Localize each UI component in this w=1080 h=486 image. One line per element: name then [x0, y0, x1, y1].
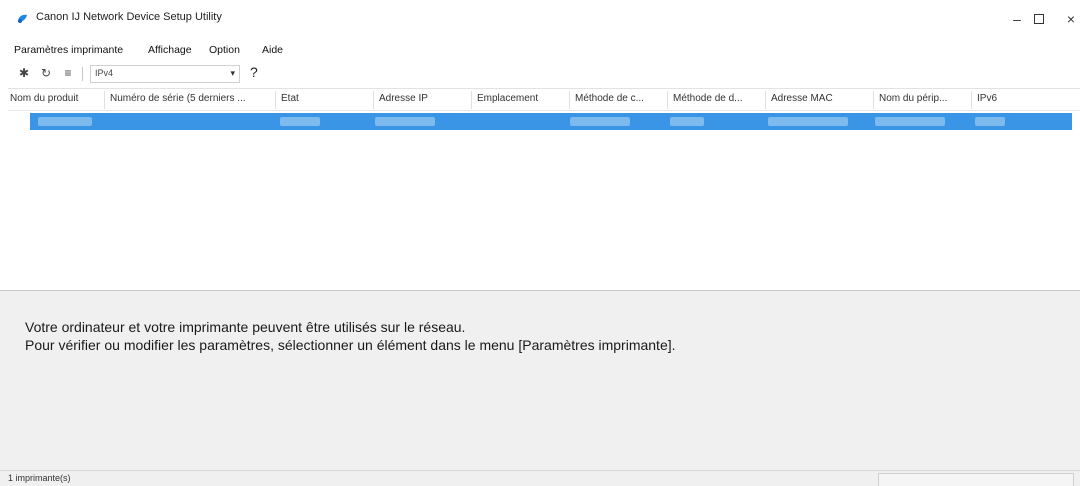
refresh-icon[interactable]: ↻	[38, 65, 54, 81]
column-header-setup-method[interactable]: Méthode de d...	[671, 93, 763, 104]
message-line-1: Votre ordinateur et votre imprimante peu…	[25, 319, 466, 335]
ip-version-select[interactable]: IPv4 ▾	[90, 65, 240, 83]
column-separator[interactable]	[275, 91, 276, 109]
redacted-cell	[975, 117, 1005, 126]
column-separator[interactable]	[667, 91, 668, 109]
column-separator[interactable]	[104, 91, 105, 109]
printer-list[interactable]: Nom du produit Numéro de série (5 dernie…	[8, 88, 1080, 288]
menu-display[interactable]: Affichage	[148, 44, 192, 56]
redacted-cell	[875, 117, 945, 126]
column-header-serial-number[interactable]: Numéro de série (5 derniers ...	[108, 93, 273, 104]
maximize-icon	[1034, 14, 1044, 24]
status-printer-count: 1 imprimante(s)	[8, 473, 71, 483]
status-bar: 1 imprimante(s)	[0, 470, 1080, 486]
redacted-cell	[375, 117, 435, 126]
redacted-cell	[670, 117, 704, 126]
list-icon[interactable]: ≡	[60, 65, 76, 81]
menu-bar: Paramètres imprimante Affichage Option A…	[0, 42, 1080, 60]
maximize-button[interactable]	[1024, 8, 1054, 30]
column-header-mac-address[interactable]: Adresse MAC	[769, 93, 871, 104]
window-title: Canon IJ Network Device Setup Utility	[36, 11, 222, 23]
column-separator[interactable]	[971, 91, 972, 109]
column-separator[interactable]	[471, 91, 472, 109]
app-icon	[18, 14, 27, 23]
column-separator[interactable]	[373, 91, 374, 109]
menu-option[interactable]: Option	[209, 44, 240, 56]
title-bar: Canon IJ Network Device Setup Utility – …	[0, 0, 1080, 40]
ip-version-value: IPv4	[95, 68, 114, 78]
message-line-2: Pour vérifier ou modifier les paramètres…	[25, 337, 676, 353]
chevron-down-icon: ▾	[230, 68, 235, 78]
list-header: Nom du produit Numéro de série (5 dernie…	[8, 89, 1080, 111]
redacted-cell	[768, 117, 848, 126]
column-separator[interactable]	[569, 91, 570, 109]
menu-help[interactable]: Aide	[262, 44, 283, 56]
column-separator[interactable]	[765, 91, 766, 109]
redacted-cell	[280, 117, 320, 126]
redacted-cell	[38, 117, 92, 126]
column-header-ip-address[interactable]: Adresse IP	[377, 93, 469, 104]
column-header-status[interactable]: État	[279, 93, 371, 104]
message-panel: Votre ordinateur et votre imprimante peu…	[0, 290, 1080, 470]
redacted-cell	[570, 117, 630, 126]
menu-printer-settings[interactable]: Paramètres imprimante	[14, 44, 123, 56]
help-button[interactable]: ?	[250, 64, 258, 80]
column-separator[interactable]	[873, 91, 874, 109]
column-header-product-name[interactable]: Nom du produit	[8, 93, 102, 104]
app-window: Canon IJ Network Device Setup Utility – …	[0, 0, 1080, 486]
column-header-location[interactable]: Emplacement	[475, 93, 567, 104]
toolbar-separator	[82, 67, 83, 81]
column-header-connection-method[interactable]: Méthode de c...	[573, 93, 665, 104]
gear-icon[interactable]: ✱	[16, 65, 32, 81]
column-header-ipv6[interactable]: IPv6	[975, 93, 1067, 104]
toolbar: ✱ ↻ ≡ IPv4 ▾ ?	[0, 62, 1080, 86]
status-field	[878, 473, 1074, 486]
table-row[interactable]	[30, 113, 1072, 130]
column-header-device-name[interactable]: Nom du périp...	[877, 93, 969, 104]
close-button[interactable]: ×	[1056, 8, 1080, 30]
